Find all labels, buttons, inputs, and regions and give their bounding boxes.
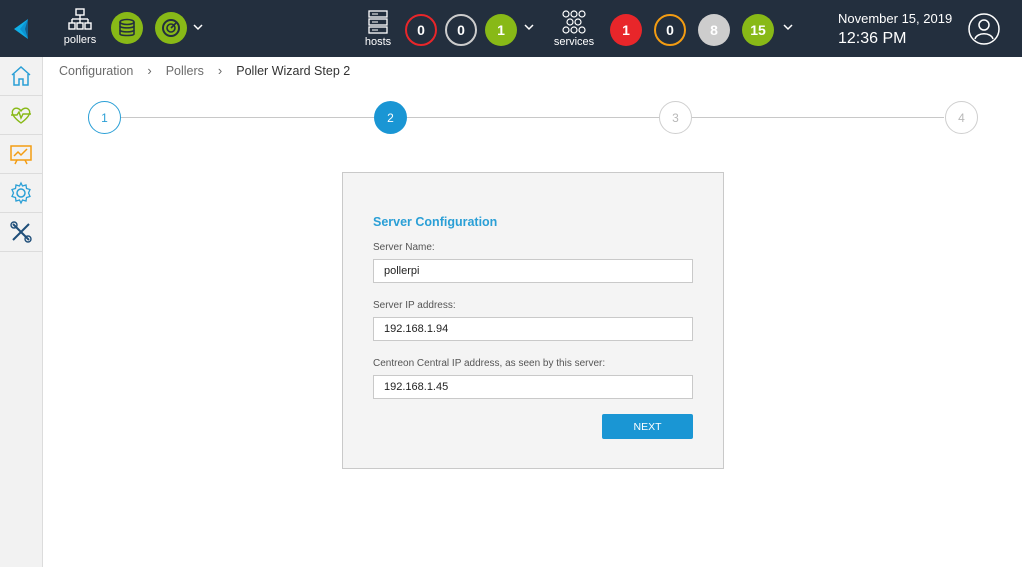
server-ip-input[interactable] — [373, 317, 693, 341]
administration-icon — [10, 221, 32, 243]
stepper-connector — [692, 117, 944, 118]
hosts-down-count: 0 — [417, 22, 425, 38]
step-3: 3 — [659, 101, 692, 134]
step-2-number: 2 — [387, 110, 394, 125]
stepper-connector — [407, 117, 659, 118]
latency-status-button[interactable] — [155, 12, 187, 44]
hosts-unreachable-counter[interactable]: 0 — [445, 14, 477, 46]
hosts-unreachable-count: 0 — [457, 22, 465, 38]
panel-title: Server Configuration — [373, 215, 498, 229]
pollers-button[interactable]: pollers — [60, 8, 100, 50]
top-bar: pollers hosts 0 0 1 services 1 0 8 15 No… — [0, 0, 1022, 57]
breadcrumb-current: Poller Wizard Step 2 — [236, 63, 351, 78]
central-ip-input[interactable] — [373, 375, 693, 399]
central-ip-label: Centreon Central IP address, as seen by … — [373, 358, 606, 369]
services-icon — [562, 10, 586, 34]
services-unknown-counter[interactable]: 8 — [698, 14, 730, 46]
pollers-label: pollers — [63, 34, 97, 46]
services-warning-counter[interactable]: 0 — [654, 14, 686, 46]
sidebar-item-home[interactable] — [0, 57, 42, 96]
chevron-down-icon[interactable] — [782, 22, 794, 32]
step-2: 2 — [374, 101, 407, 134]
hosts-up-count: 1 — [497, 22, 505, 38]
step-4-number: 4 — [958, 110, 965, 125]
clock: November 15, 2019 12:36 PM — [838, 11, 952, 48]
centreon-logo[interactable] — [0, 0, 42, 57]
pollers-icon — [68, 8, 92, 30]
server-name-input[interactable] — [373, 259, 693, 283]
services-unknown-count: 8 — [710, 22, 718, 38]
reporting-icon — [10, 145, 32, 165]
step-4: 4 — [945, 101, 978, 134]
services-button[interactable]: services — [551, 10, 597, 48]
hosts-button[interactable]: hosts — [360, 10, 396, 48]
step-1: 1 — [88, 101, 121, 134]
services-warning-count: 0 — [666, 22, 674, 38]
configuration-icon — [11, 181, 31, 205]
stepper-connector — [121, 117, 374, 118]
breadcrumb-separator-icon: › — [147, 63, 152, 78]
database-icon — [119, 18, 135, 37]
user-profile-icon[interactable] — [968, 13, 1000, 45]
next-button[interactable]: NEXT — [602, 414, 693, 439]
current-time: 12:36 PM — [838, 30, 907, 47]
chevron-down-icon[interactable] — [192, 22, 204, 32]
sidebar-item-configuration[interactable] — [0, 174, 42, 213]
step-1-number: 1 — [101, 110, 108, 125]
home-icon — [11, 65, 31, 86]
services-ok-counter[interactable]: 15 — [742, 14, 774, 46]
services-label: services — [553, 36, 595, 48]
sidebar-item-administration[interactable] — [0, 213, 42, 252]
hosts-up-counter[interactable]: 1 — [485, 14, 517, 46]
monitoring-icon — [11, 107, 31, 124]
sidebar-item-reporting[interactable] — [0, 135, 42, 174]
server-configuration-panel: Server Configuration Server Name: Server… — [342, 172, 724, 469]
server-name-label: Server Name: — [373, 242, 435, 253]
services-critical-count: 1 — [622, 22, 630, 38]
step-3-number: 3 — [672, 110, 679, 125]
centreon-logo-icon — [14, 18, 28, 39]
gauge-icon — [162, 19, 180, 37]
services-ok-count: 15 — [750, 22, 766, 38]
hosts-label: hosts — [364, 36, 392, 48]
hosts-down-counter[interactable]: 0 — [405, 14, 437, 46]
breadcrumb-pollers[interactable]: Pollers — [166, 64, 204, 78]
breadcrumb-separator-icon: › — [217, 63, 223, 78]
hosts-icon — [368, 10, 388, 34]
sidebar-item-monitoring[interactable] — [0, 96, 42, 135]
chevron-down-icon[interactable] — [523, 22, 535, 32]
current-date: November 15, 2019 — [838, 11, 953, 26]
breadcrumb: Configuration › Pollers › Poller Wizard … — [59, 63, 350, 78]
server-ip-label: Server IP address: — [373, 300, 456, 311]
database-status-button[interactable] — [111, 12, 143, 44]
services-critical-counter[interactable]: 1 — [610, 14, 642, 46]
breadcrumb-configuration[interactable]: Configuration — [59, 64, 133, 78]
sidebar — [0, 57, 43, 567]
